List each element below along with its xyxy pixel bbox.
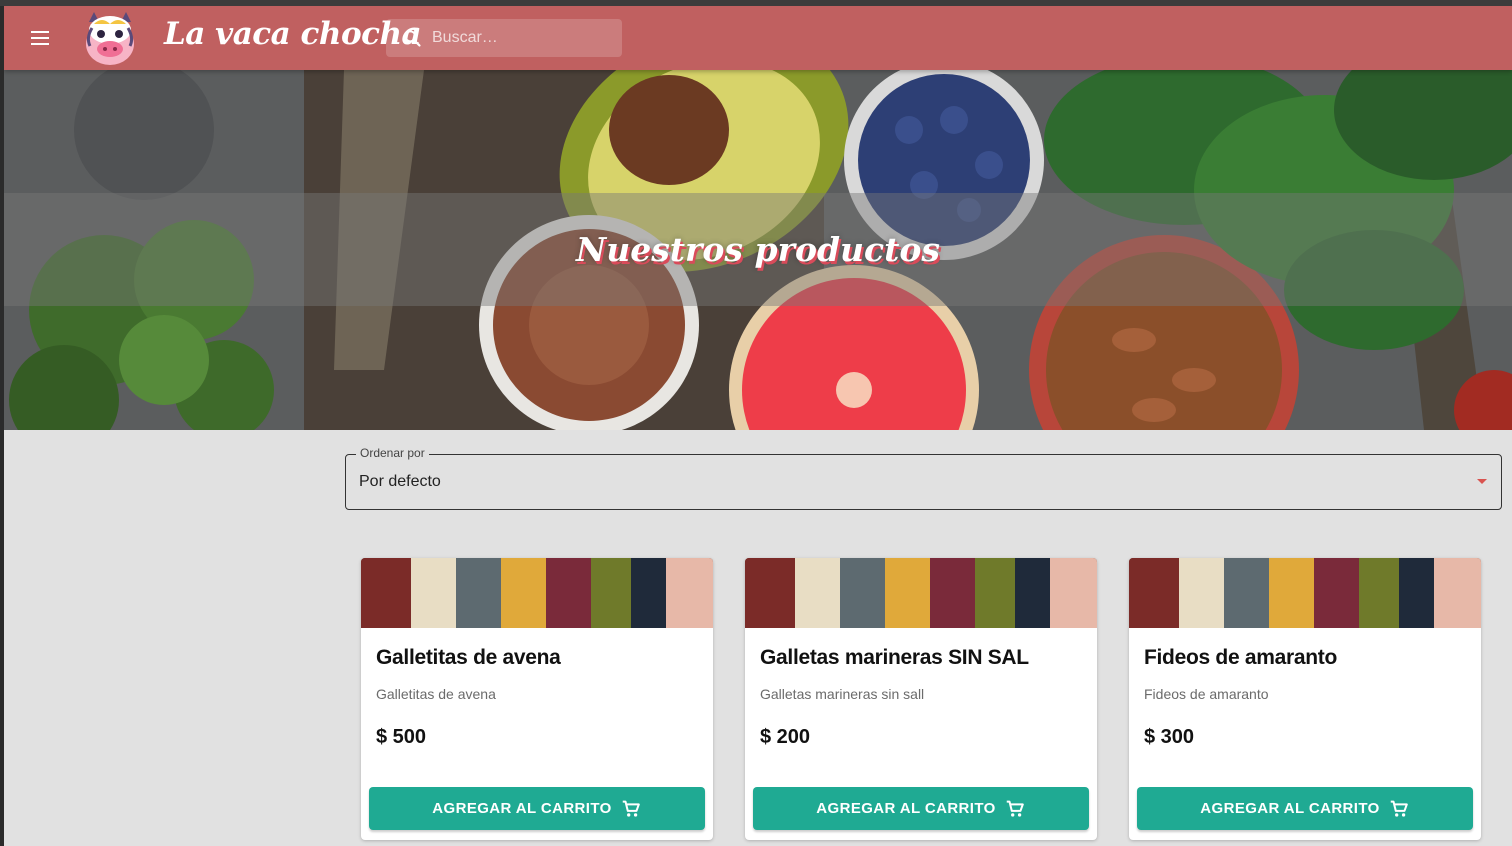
product-description: Galletas marineras sin sall (760, 686, 925, 702)
app-bar: La vaca chocha (4, 6, 1512, 70)
add-to-cart-button[interactable]: AGREGAR AL CARRITO (1137, 787, 1473, 830)
product-image (361, 558, 713, 628)
product-card: Galletitas de avena Galletitas de avena … (361, 558, 713, 840)
sort-value: Por defecto (359, 473, 441, 490)
product-card: Galletas marineras SIN SAL Galletas mari… (745, 558, 1097, 840)
sort-select[interactable]: Ordenar por Por defecto (345, 446, 1502, 510)
add-to-cart-button[interactable]: AGREGAR AL CARRITO (753, 787, 1089, 830)
product-description: Fideos de amaranto (1144, 686, 1269, 702)
hero-title: Nuestros productos (576, 230, 940, 269)
product-price: $ 500 (376, 726, 427, 748)
cow-logo-icon[interactable] (80, 8, 140, 68)
shopping-cart-icon (622, 800, 640, 817)
product-title: Galletitas de avena (376, 646, 561, 669)
shopping-cart-icon (1390, 800, 1408, 817)
product-card: Fideos de amaranto Fideos de amaranto $ … (1129, 558, 1481, 840)
search-box[interactable] (386, 19, 622, 57)
product-price: $ 200 (760, 726, 811, 748)
add-to-cart-label: AGREGAR AL CARRITO (816, 800, 996, 817)
product-image (745, 558, 1097, 628)
search-input[interactable] (432, 19, 612, 57)
dropdown-arrow-icon[interactable] (1477, 479, 1487, 484)
shopping-cart-icon (1006, 800, 1024, 817)
product-description: Galletitas de avena (376, 686, 496, 702)
brand-title[interactable]: La vaca chocha (164, 16, 422, 52)
sort-label: Ordenar por (356, 446, 429, 460)
product-image (1129, 558, 1481, 628)
hero-banner: Nuestros productos (4, 70, 1512, 430)
add-to-cart-label: AGREGAR AL CARRITO (432, 800, 612, 817)
menu-icon[interactable] (26, 26, 54, 50)
product-title: Galletas marineras SIN SAL (760, 646, 1029, 669)
product-price: $ 300 (1144, 726, 1195, 748)
add-to-cart-button[interactable]: AGREGAR AL CARRITO (369, 787, 705, 830)
product-title: Fideos de amaranto (1144, 646, 1337, 669)
add-to-cart-label: AGREGAR AL CARRITO (1200, 800, 1380, 817)
search-icon (404, 30, 421, 47)
app-root: La vaca chocha Buscar… Nuestros producto… (4, 6, 1512, 846)
